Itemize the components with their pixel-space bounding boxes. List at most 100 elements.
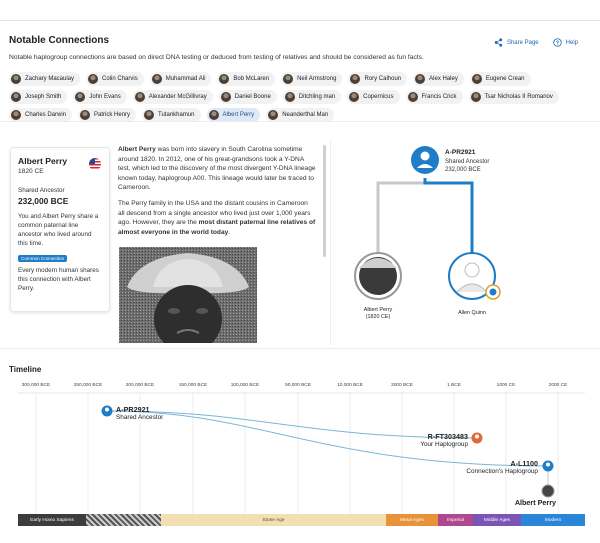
person-chip-label: Alex Haley (429, 76, 458, 82)
person-chip[interactable]: Rory Calhoun (348, 72, 408, 86)
person-chip[interactable]: Zachary Macaulay (9, 72, 81, 86)
era-segment: Middle Ages (473, 514, 521, 526)
person-chip[interactable]: Daniel Boone (218, 90, 277, 104)
person-chip[interactable]: Charles Darwin (9, 108, 73, 122)
era-bar: Early Homo Sapiens Stone Age Metal Ages Imp… (18, 514, 585, 526)
person-chip[interactable]: Copernicus (347, 90, 400, 104)
common-connection-badge: Common Connection (18, 255, 68, 262)
biography-paragraph-2: The Perry family in the USA and the dist… (118, 199, 316, 237)
person-chip-label: Muhammad Ali (165, 76, 206, 82)
connection-card: Albert Perry 1820 CE Shared Ancestor 232… (10, 147, 110, 312)
albert-perry-timeline-avatar[interactable] (541, 484, 555, 498)
person-avatar (220, 92, 231, 102)
person-chip-label: Copernicus (363, 94, 394, 100)
card-person-year: 1820 CE (18, 168, 44, 175)
timeline-tick-label: 2000 CE (548, 383, 568, 388)
person-chip[interactable]: Neanderthal Man (266, 108, 335, 122)
person-chip-label: Albert Perry (222, 112, 255, 118)
us-flag-icon (89, 158, 101, 170)
biography-text-2c: . (228, 228, 231, 236)
person-avatar (75, 92, 86, 102)
person-chip[interactable]: Eugene Crean (469, 72, 531, 86)
person-chip[interactable]: Ditchling man (282, 90, 342, 104)
card-note: Every modern human shares this connectio… (18, 267, 99, 292)
notable-people-list: Zachary Macaulay Colin Charvis Muhammad Al… (9, 72, 584, 122)
timeline-ancestor-sub: Shared Ancestor (116, 414, 164, 421)
person-chip-label: Tutankhamun (158, 112, 195, 118)
share-page-label: Share Page (506, 39, 539, 46)
share-page-link[interactable]: Share Page (494, 38, 539, 47)
tree-left-date: (1820 CE) (366, 314, 391, 320)
person-chip[interactable]: Tutankhamun (142, 108, 201, 122)
timeline-person-label: Albert Perry (515, 498, 556, 507)
person-chip[interactable]: Colin Charvis (86, 72, 144, 86)
allen-quinn-avatar (464, 262, 480, 278)
person-chip[interactable]: Bob McLaren (217, 72, 276, 86)
help-icon: ? (552, 38, 562, 47)
person-avatar (415, 74, 426, 84)
panel-divider (330, 140, 331, 345)
person-chip-label: Ditchling man (298, 94, 336, 100)
timeline-connection-label: A-L1100 Connection's Haplogroup (466, 459, 538, 475)
person-chip-label: Colin Charvis (102, 76, 138, 82)
card-shared-label: Shared Ancestor (18, 187, 65, 194)
top-divider (0, 20, 600, 21)
person-chip[interactable]: Tsar Nicholas II Romanov (468, 90, 559, 104)
timeline-ancestor-name: A-PR2921 (116, 405, 150, 414)
person-avatar (268, 110, 279, 120)
person-chip-label: Patrick Henry (94, 112, 131, 118)
person-chip[interactable]: Neil Armstrong (281, 72, 343, 86)
person-avatar (208, 110, 219, 120)
tree-branch-right (423, 178, 474, 258)
timeline-your-label: R-FT303483 Your Haplogroup (420, 432, 468, 448)
person-chip[interactable]: Muhammad Ali (149, 72, 212, 86)
person-chip[interactable]: Francis Crick (405, 90, 463, 104)
person-chip-label: Rory Calhoun (364, 76, 402, 82)
person-chip-label: Neanderthal Man (282, 112, 329, 118)
biography-scrollbar[interactable] (323, 145, 326, 257)
era-segment: Early Homo Sapiens (18, 514, 86, 526)
timeline-your-name: R-FT303483 (427, 432, 468, 441)
tree-left-name: Albert Perry (364, 307, 393, 313)
help-label: Help (565, 39, 578, 46)
timeline-connection-sub: Connection's Haplogroup (466, 468, 538, 475)
tree-ancestor-date: 232,000 BCE (445, 167, 481, 173)
biography-paragraph-1: Albert Perry was born into slavery in So… (118, 145, 316, 193)
tree-diagram: A-PR2921 Shared Ancestor 232,000 BCE Alb… (354, 146, 501, 320)
person-avatar (219, 74, 230, 84)
person-chip-label: Alexander McGillivray (148, 94, 207, 100)
person-chip-label: Eugene Crean (485, 76, 525, 82)
svg-text:?: ? (556, 40, 559, 46)
header-actions: Share Page ? Help (494, 38, 578, 47)
card-description: You and Albert Perry share a common pate… (18, 213, 99, 247)
timeline-tick-label: 250,000 BCE (73, 383, 103, 388)
timeline-tick-label: 2000 BCE (391, 383, 413, 388)
timeline-tick-label: 200,000 BCE (125, 383, 155, 388)
help-link[interactable]: ? Help (552, 38, 578, 47)
person-chip[interactable]: Alexander McGillivray (132, 90, 213, 104)
person-chip[interactable]: Alex Haley (413, 72, 464, 86)
page-subtitle: Notable haplogroup connections are based… (9, 54, 424, 61)
timeline-tick-label: 1 BCE (447, 383, 461, 388)
person-chip-label: Tsar Nicholas II Romanov (484, 94, 553, 100)
person-chip[interactable]: Joseph Smith (9, 90, 68, 104)
era-segment: Stone Age (161, 514, 386, 526)
person-avatar (11, 74, 21, 84)
person-avatar (284, 92, 295, 102)
timeline-ancestor-label: A-PR2921 Shared Ancestor (116, 405, 163, 421)
era-segment: Imperial (438, 514, 473, 526)
person-avatar (88, 74, 99, 84)
person-chip-label: Daniel Boone (234, 94, 271, 100)
timeline-your-sub: Your Haplogroup (420, 441, 468, 448)
person-avatar (80, 110, 91, 120)
person-chip-label: Bob McLaren (233, 76, 270, 82)
person-chip[interactable]: Patrick Henry (78, 108, 137, 122)
timeline-connection-name: A-L1100 (510, 459, 538, 468)
tree-ancestor-label: Shared Ancestor (445, 159, 489, 165)
timeline-tick-label: 100,000 BCE (230, 383, 260, 388)
person-chip[interactable]: Albert Perry (206, 108, 261, 122)
biography-text: Albert Perry was born into slavery in So… (118, 145, 316, 243)
timeline-chart (18, 392, 585, 514)
albert-perry-photo (119, 247, 257, 343)
person-chip[interactable]: John Evans (73, 90, 127, 104)
